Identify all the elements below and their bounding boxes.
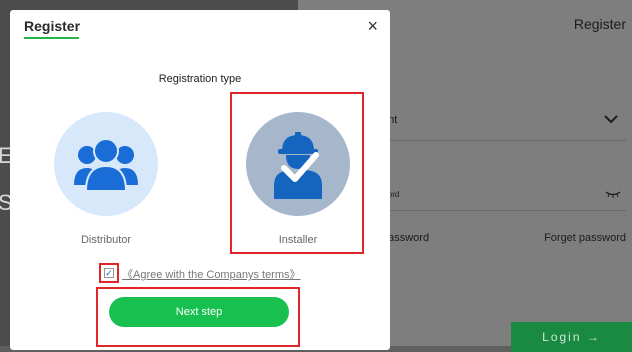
distributor-option[interactable] bbox=[54, 112, 158, 216]
divider bbox=[382, 140, 626, 141]
group-icon bbox=[74, 138, 138, 192]
eye-closed-icon[interactable] bbox=[604, 186, 622, 200]
checkbox-check-icon: ✓ bbox=[105, 267, 113, 278]
register-modal: Register × Registration type Distributor… bbox=[10, 10, 390, 350]
distributor-label[interactable]: Distributor bbox=[41, 234, 171, 246]
background-forget-password-link[interactable]: Forget password bbox=[544, 232, 626, 244]
divider bbox=[382, 210, 626, 211]
agree-highlight-box: ✓ bbox=[99, 263, 119, 283]
background-login-button[interactable]: Login → bbox=[511, 322, 632, 352]
background-register-link[interactable]: Register bbox=[574, 16, 626, 32]
chevron-down-icon[interactable] bbox=[602, 110, 620, 128]
registration-type-label: Registration type bbox=[158, 73, 242, 85]
next-step-button[interactable]: Next step bbox=[109, 297, 289, 327]
terms-link[interactable]: 《Agree with the Companys terms》 bbox=[122, 266, 301, 282]
selection-highlight-box bbox=[230, 92, 364, 254]
agree-checkbox[interactable]: ✓ bbox=[104, 268, 114, 278]
title-underline bbox=[24, 37, 79, 39]
modal-title: Register bbox=[24, 18, 81, 34]
close-button[interactable]: × bbox=[367, 16, 378, 36]
